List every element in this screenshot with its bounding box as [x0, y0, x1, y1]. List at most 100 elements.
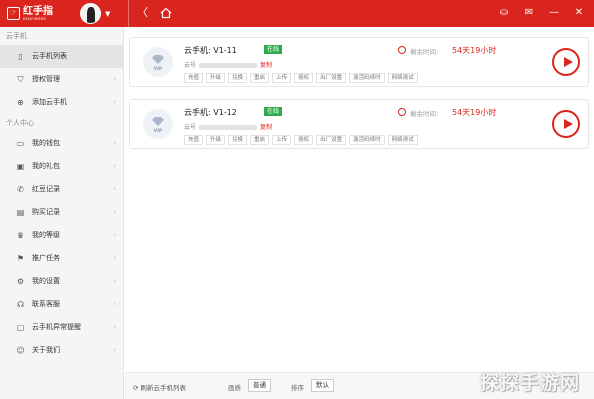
recharge-button[interactable]: 充值: [184, 135, 204, 145]
sidebar-item-label: 购买记录: [32, 208, 60, 216]
sidebar-item-label: 红豆记录: [32, 185, 60, 193]
phone-record-icon: ✆: [17, 185, 24, 194]
sidebar-item-level[interactable]: ♛ 我的等级 ›: [0, 224, 123, 247]
chevron-right-icon: ›: [113, 323, 116, 331]
clock-icon: [398, 108, 406, 116]
activation-renew-button[interactable]: 激活码续时: [349, 135, 385, 145]
refresh-icon: ⟳: [133, 384, 141, 392]
copy-link[interactable]: 复制: [260, 62, 272, 69]
sort-select[interactable]: 默认: [311, 379, 334, 392]
sidebar-item-promo[interactable]: ⚑ 推广任务 ›: [0, 247, 123, 270]
logo-text: 红手指: [23, 5, 53, 17]
sidebar-item-label: 添加云手机: [32, 98, 67, 106]
upgrade-button[interactable]: 升级: [206, 73, 226, 83]
device-id-line: 云号 复制: [184, 60, 272, 69]
chevron-right-icon: ›: [113, 208, 116, 216]
chevron-right-icon: ›: [113, 75, 116, 83]
headset-icon: ☊: [16, 300, 25, 309]
chevron-right-icon: ›: [113, 185, 116, 193]
sidebar-item-gift[interactable]: ▣ 我的礼包 ›: [0, 155, 123, 178]
activation-renew-button[interactable]: 激活码续时: [349, 73, 385, 83]
close-icon[interactable]: ✕: [572, 6, 586, 20]
network-test-button[interactable]: 网络测试: [387, 135, 418, 145]
device-card: VIP 云手机: V1-11 在线 云号 复制 充值 升级 兑换 重启 上传 授权…: [129, 37, 589, 87]
sidebar-item-purchase[interactable]: ▤ 购买记录 ›: [0, 201, 123, 224]
chevron-right-icon: ›: [113, 300, 116, 308]
sidebar-item-support[interactable]: ☊ 联系客服 ›: [0, 293, 123, 316]
network-test-button[interactable]: 网络测试: [387, 73, 418, 83]
sidebar-item-label: 授权管理: [32, 75, 60, 83]
minimize-icon[interactable]: —: [547, 6, 561, 20]
sort-label: 排序: [291, 384, 304, 392]
vip-label: VIP: [153, 129, 163, 134]
sidebar-item-label: 我的礼包: [32, 162, 60, 170]
sidebar-item-label: 我的钱包: [32, 139, 60, 147]
phone-icon: ▯: [18, 52, 23, 61]
sidebar-section-personal: 个人中心: [6, 119, 34, 127]
watermark: 探探手游网: [480, 372, 581, 394]
gift-icon[interactable]: ⛀: [497, 6, 511, 20]
restart-button[interactable]: 重启: [250, 135, 270, 145]
sidebar-item-about[interactable]: ☺ 关于我们 ›: [0, 339, 123, 362]
sidebar-item-label: 联系客服: [32, 300, 60, 308]
play-button[interactable]: [552, 110, 580, 138]
vip-diamond-icon: VIP: [143, 47, 173, 77]
gear-icon: ⚙: [16, 277, 25, 286]
sidebar-item-label: 云手机异常提醒: [32, 323, 81, 331]
mail-icon[interactable]: ✉: [522, 6, 536, 20]
authorize-button[interactable]: 授权: [294, 135, 314, 145]
sidebar-item-alert[interactable]: ▢ 云手机异常提醒 ›: [0, 316, 123, 339]
sidebar-item-settings[interactable]: ⚙ 我的设置 ›: [0, 270, 123, 293]
plus-circle-icon: ⊕: [17, 98, 24, 107]
title-bar: ☞ 红手指 REDFINGER ▼ 〈 ⛀ ✉ — ✕: [0, 0, 594, 27]
action-buttons: 充值 升级 兑换 重启 上传 授权 出厂设置 激活码续时 网络测试: [184, 135, 418, 145]
action-buttons: 充值 升级 兑换 重启 上传 授权 出厂设置 激活码续时 网络测试: [184, 73, 418, 83]
header-divider: [128, 0, 129, 27]
copy-link[interactable]: 复制: [260, 124, 272, 131]
redeem-button[interactable]: 兑换: [228, 135, 248, 145]
recharge-button[interactable]: 充值: [184, 73, 204, 83]
restart-button[interactable]: 重启: [250, 73, 270, 83]
upgrade-button[interactable]: 升级: [206, 135, 226, 145]
chevron-right-icon: ›: [113, 139, 116, 147]
device-name: 云手机: V1-12: [184, 108, 237, 117]
upload-button[interactable]: 上传: [272, 73, 292, 83]
app-logo: ☞ 红手指 REDFINGER: [7, 5, 53, 21]
shield-icon: ⛉: [17, 75, 24, 84]
back-arrow-icon[interactable]: 〈: [137, 7, 148, 19]
device-id-line: 云号 复制: [184, 122, 272, 131]
device-card: VIP 云手机: V1-12 在线 云号 复制 充值 升级 兑换 重启 上传 授权…: [129, 99, 589, 149]
chevron-right-icon: ›: [113, 162, 116, 170]
home-icon[interactable]: [160, 7, 172, 19]
refresh-label: 刷新云手机列表: [140, 384, 187, 392]
logo-subtext: REDFINGER: [23, 16, 47, 21]
factory-reset-button[interactable]: 出厂设置: [316, 73, 347, 83]
doc-icon: ▤: [16, 208, 25, 217]
quality-select[interactable]: 普通: [248, 379, 271, 392]
sidebar-item-phone-list[interactable]: ▯ 云手机列表 ›: [0, 45, 123, 68]
authorize-button[interactable]: 授权: [294, 73, 314, 83]
crown-icon: ♛: [16, 231, 25, 240]
play-button[interactable]: [552, 48, 580, 76]
quality-label: 画质: [228, 384, 241, 392]
chevron-right-icon: ›: [113, 98, 116, 106]
app-window: ☞ 红手指 REDFINGER ▼ 〈 ⛀ ✉ — ✕ 云手机 ▯ 云手机列表 › ⛉…: [0, 0, 594, 399]
chevron-right-icon: ›: [113, 231, 116, 239]
factory-reset-button[interactable]: 出厂设置: [316, 135, 347, 145]
sidebar-item-add[interactable]: ⊕ 添加云手机 ›: [0, 91, 123, 114]
avatar[interactable]: [80, 3, 101, 24]
redeem-button[interactable]: 兑换: [228, 73, 248, 83]
device-id-blurred: [199, 125, 258, 130]
refresh-button[interactable]: ⟳ 刷新云手机列表: [133, 382, 186, 392]
upload-button[interactable]: 上传: [272, 135, 292, 145]
logo-mark-icon: ☞: [7, 7, 20, 20]
sidebar-item-auth[interactable]: ⛉ 授权管理 ›: [0, 68, 123, 91]
chevron-right-icon: ›: [113, 346, 116, 354]
remaining-time: 54天19小时: [452, 108, 497, 117]
sidebar-item-label: 推广任务: [32, 254, 60, 262]
chevron-right-icon: ›: [113, 277, 116, 285]
gift-box-icon: ▣: [16, 162, 25, 171]
sidebar-item-wallet[interactable]: ▭ 我的钱包 ›: [0, 132, 123, 155]
sidebar-item-beans[interactable]: ✆ 红豆记录 ›: [0, 178, 123, 201]
chevron-down-icon[interactable]: ▼: [105, 10, 110, 18]
